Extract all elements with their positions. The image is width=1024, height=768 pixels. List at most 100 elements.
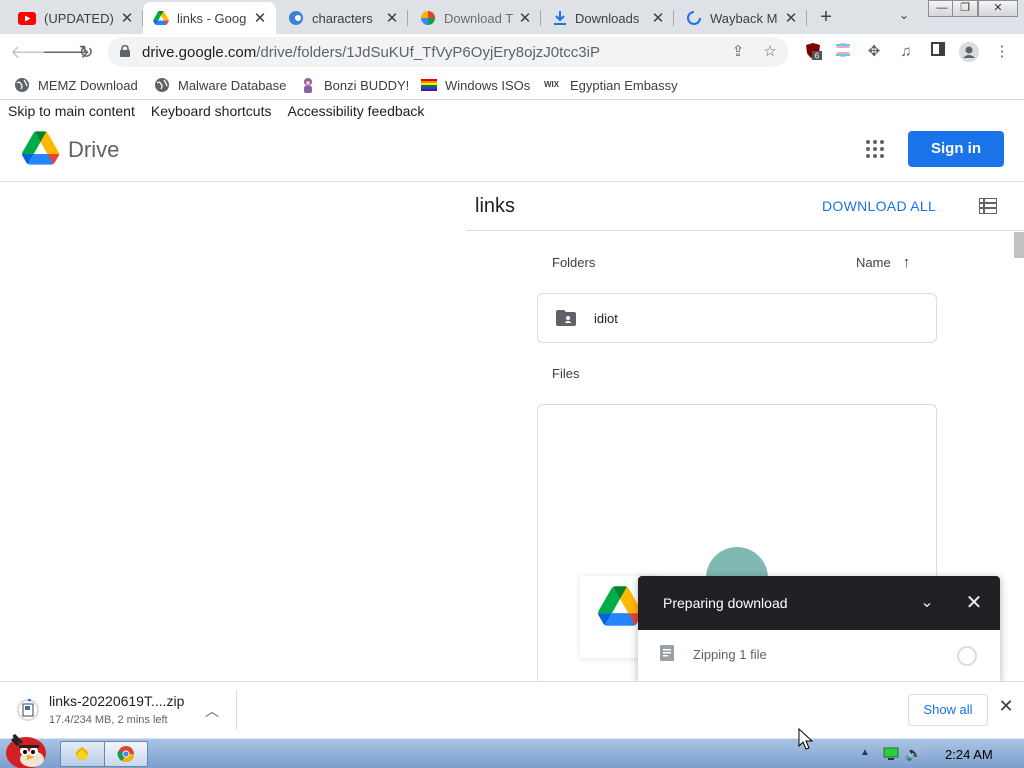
document-icon [660,645,674,661]
skip-to-main-link[interactable]: Skip to main content [8,103,135,119]
close-tab-icon[interactable]: ✕ [650,9,666,27]
rainbow-flag-icon [421,79,437,91]
wix-icon: WIX [544,80,560,89]
network-icon[interactable] [883,747,899,761]
site-favicon-icon [421,11,435,25]
shared-folder-icon [556,310,576,326]
url-text: drive.google.com/drive/folders/1JdSuKUf_… [142,44,600,61]
close-tab-icon[interactable]: ✕ [119,9,135,27]
chrome-icon [117,746,134,763]
restore-button[interactable]: ❐ [952,0,978,17]
bookmark-star-icon[interactable]: ☆ [760,42,780,62]
zipping-status: Zipping 1 file [693,647,767,662]
site-favicon-icon [289,11,303,25]
google-drive-icon [153,11,169,25]
new-tab-button[interactable]: + [815,6,837,28]
volume-icon[interactable]: 🔊 [905,745,922,762]
files-label: Files [552,366,580,381]
panel-body: Zipping 1 file [638,630,1000,682]
close-tab-icon[interactable]: ✕ [252,9,268,27]
folder-name: idiot [594,311,618,326]
more-menu-icon[interactable]: ⋮ [992,42,1012,62]
show-all-button[interactable]: Show all [908,694,988,726]
tab-title: Wayback M [710,10,778,26]
side-panel-icon[interactable] [928,42,948,62]
bonzi-icon [304,78,312,93]
skip-links: Skip to main content Keyboard shortcuts … [8,103,424,119]
download-file-name[interactable]: links-20220619T....zip [49,693,184,709]
bookmark-windows-isos[interactable]: Windows ISOs [421,75,530,95]
youtube-icon [18,11,36,25]
tab-title: links - Goog [177,10,247,26]
flag-extension-icon[interactable] [833,42,853,62]
tab-title: (UPDATED) [44,10,114,26]
close-panel-icon[interactable]: ✕ [964,590,984,615]
close-tab-icon[interactable]: ✕ [783,9,799,27]
close-tab-icon[interactable]: ✕ [517,9,533,27]
tab-download[interactable]: Download T ✕ [408,2,541,34]
tab-links-drive[interactable]: links - Goog ✕ [143,2,276,34]
download-icon [554,11,566,25]
drive-header: Drive Sign in [0,118,1024,182]
taskbar-chrome-button[interactable] [104,741,148,767]
download-options-chevron-icon[interactable]: ︿ [203,701,221,721]
show-hidden-icons-icon[interactable]: ▲ [860,747,870,758]
browser-toolbar: 🡐 🡒 ↻ drive.google.com/drive/folders/1Jd… [0,34,1024,70]
extensions-puzzle-icon[interactable]: ✥ [864,42,884,62]
tab-search-icon[interactable]: ⌄ [895,8,913,26]
globe-icon [155,78,169,92]
bookmark-memz[interactable]: MEMZ Download [14,75,138,95]
folder-icon [75,746,89,760]
folder-item[interactable]: idiot [537,293,937,343]
sign-in-button[interactable]: Sign in [908,131,1004,167]
profile-avatar-icon[interactable] [959,42,979,62]
download-shelf: links-20220619T....zip 17.4/234 MB, 2 mi… [0,681,1024,738]
address-bar[interactable]: drive.google.com/drive/folders/1JdSuKUf_… [108,37,788,67]
download-all-button[interactable]: DOWNLOAD ALL [822,198,936,214]
taskbar-clock[interactable]: 2:24 AM [945,747,993,762]
collapse-chevron-icon[interactable]: ⌄ [917,592,937,612]
apps-grid-icon[interactable] [866,140,886,160]
forward-button[interactable]: 🡒 [42,40,90,64]
tab-characters[interactable]: characters ✕ [276,2,408,34]
loading-spinner-icon [687,11,701,25]
accessibility-feedback-link[interactable]: Accessibility feedback [287,103,424,119]
list-view-icon[interactable] [979,198,997,214]
bookmarks-bar: MEMZ Download Malware Database Bonzi BUD… [0,70,1024,100]
folder-title: links [475,195,516,217]
app-name: Drive [68,137,120,162]
ublock-extension-icon[interactable]: 6 [803,42,823,62]
tab-wayback[interactable]: Wayback M ✕ [674,2,807,34]
google-drive-logo[interactable] [22,131,59,165]
folder-header: links DOWNLOAD ALL [466,183,1024,231]
preparing-download-panel: Preparing download ⌄ ✕ Zipping 1 file [638,576,1000,682]
globe-icon [15,78,29,92]
keyboard-shortcuts-link[interactable]: Keyboard shortcuts [151,103,272,119]
share-icon[interactable]: ⇪ [728,42,748,62]
panel-header: Preparing download ⌄ ✕ [638,576,1000,630]
close-shelf-icon[interactable]: ✕ [995,696,1017,717]
bookmark-bonzi[interactable]: Bonzi BUDDY! [300,75,409,95]
sort-arrow-up-icon: ↑ [902,254,911,271]
tab-title: Download T [444,10,514,26]
bookmark-malware-db[interactable]: Malware Database [154,75,286,95]
download-progress-text: 17.4/234 MB, 2 mins left [49,714,168,726]
svg-text:6: 6 [815,52,820,61]
google-drive-icon [598,586,642,626]
bookmark-egyptian-embassy[interactable]: WIX Egyptian Embassy [544,75,678,95]
close-window-button[interactable]: ✕ [978,0,1018,17]
zip-file-icon[interactable] [17,699,39,721]
taskbar: ▲ 🔊 2:24 AM [0,733,1024,768]
tab-updated[interactable]: (UPDATED) ✕ [0,2,143,34]
lock-icon [120,45,130,57]
folders-label: Folders [552,255,596,270]
sort-by-name[interactable]: Name ↑ [856,254,910,271]
scrollbar-thumb[interactable] [1014,232,1024,258]
tab-downloads[interactable]: Downloads ✕ [541,2,674,34]
back-button[interactable]: 🡐 [10,40,58,64]
reload-button[interactable]: ↻ [74,40,98,64]
angry-bird-start-icon[interactable] [2,731,52,768]
close-tab-icon[interactable]: ✕ [384,9,400,27]
media-control-icon[interactable]: ♫ [896,42,916,62]
mouse-cursor-icon [798,728,814,750]
